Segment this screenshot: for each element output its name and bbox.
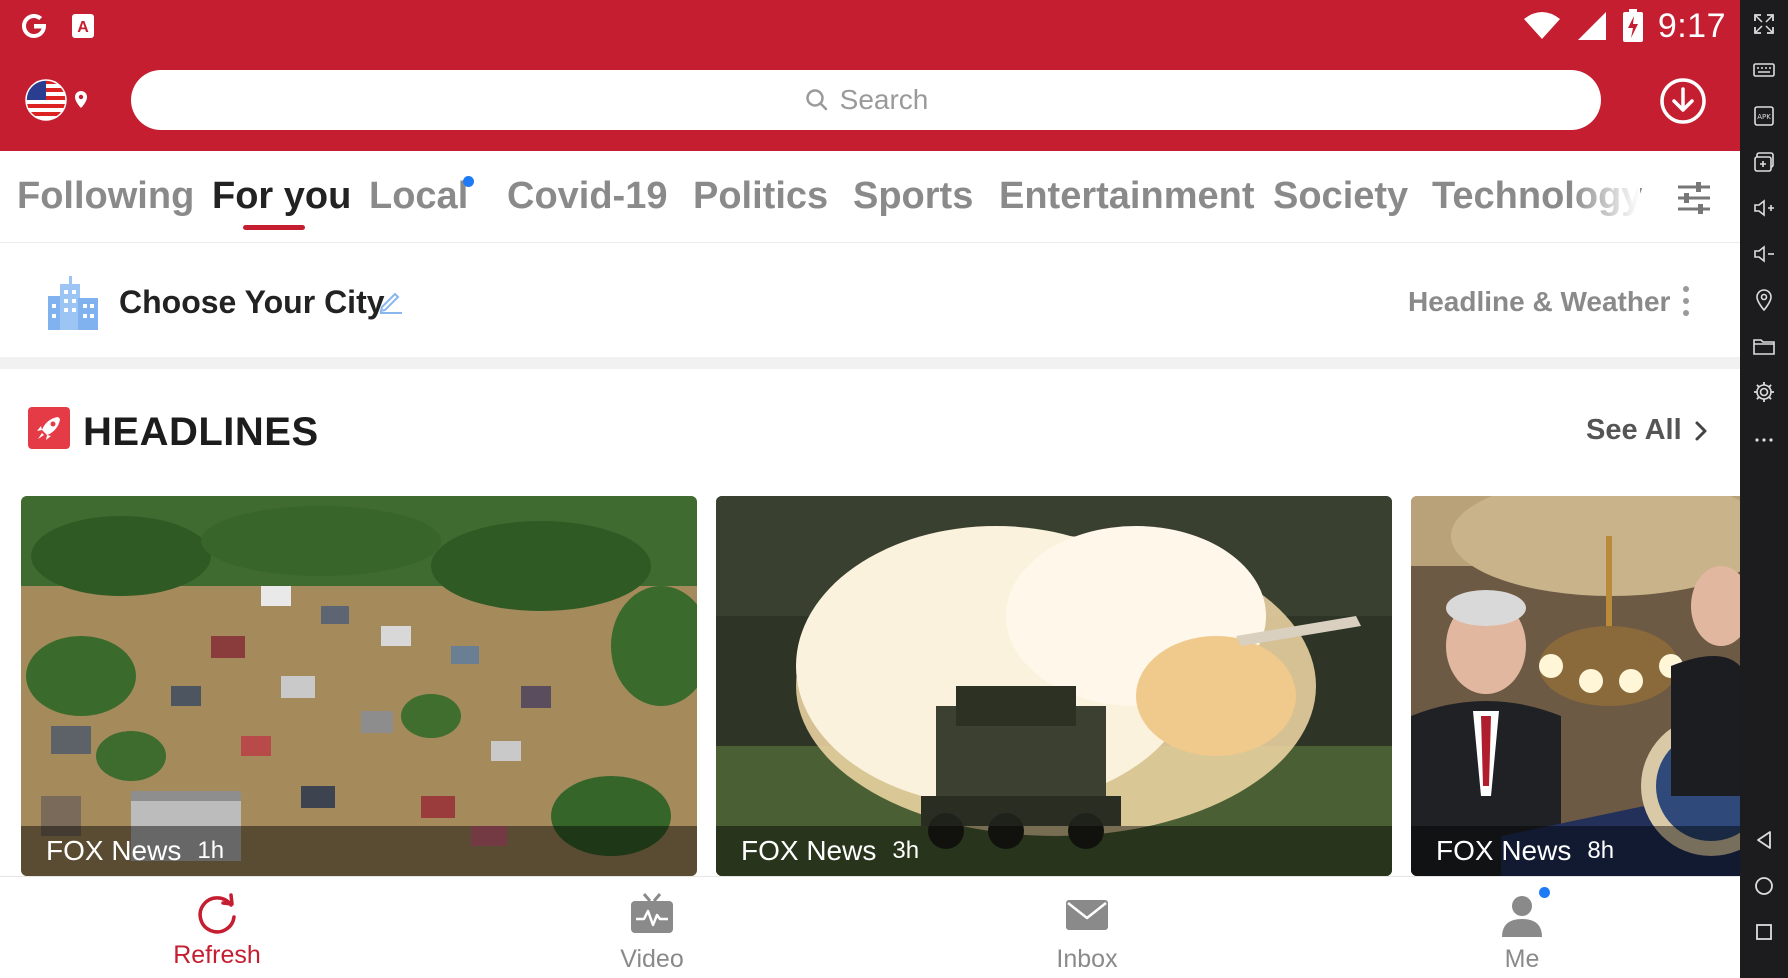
- headline-card-3[interactable]: FOX News 8h: [1411, 496, 1740, 876]
- recents-square-icon: [1756, 924, 1772, 940]
- card-3-caption: FOX News 8h: [1411, 826, 1740, 876]
- header-bar: A 9:17 Search: [0, 0, 1740, 151]
- us-flag-icon: [25, 79, 67, 121]
- nav-inbox-label: Inbox: [1056, 945, 1118, 973]
- nav-refresh[interactable]: Refresh: [137, 877, 297, 978]
- nav-me-label: Me: [1504, 945, 1540, 973]
- status-right-icons: 9:17: [1522, 6, 1726, 46]
- see-all-link[interactable]: See All: [1586, 414, 1708, 447]
- emu-apk[interactable]: APK: [1740, 96, 1788, 136]
- font-a-icon: A: [72, 14, 94, 38]
- nav-inbox[interactable]: Inbox: [1007, 877, 1167, 978]
- see-all-label: See All: [1586, 414, 1682, 446]
- emu-keyboard[interactable]: [1740, 50, 1788, 90]
- search-placeholder: Search: [839, 84, 929, 115]
- search-icon: [805, 89, 827, 111]
- me-notification-dot: [1539, 887, 1550, 898]
- emu-settings[interactable]: [1740, 372, 1788, 412]
- city-buildings-icon: [48, 276, 98, 330]
- wifi-icon: [1523, 12, 1560, 39]
- volume-up-icon: [1754, 199, 1774, 217]
- battery-charging-icon: [1622, 9, 1643, 42]
- emu-location[interactable]: [1740, 280, 1788, 320]
- status-clock: 9:17: [1657, 6, 1726, 45]
- emu-add-window[interactable]: [1740, 142, 1788, 182]
- emu-back[interactable]: [1740, 820, 1788, 860]
- tab-sports[interactable]: Sports: [853, 175, 973, 218]
- card-3-source: FOX News: [1436, 835, 1572, 866]
- tab-following[interactable]: Following: [17, 175, 194, 218]
- tab-local[interactable]: Local: [369, 175, 468, 218]
- senators-press-image: [1411, 496, 1740, 876]
- local-new-dot: [463, 176, 474, 187]
- person-icon: [1502, 896, 1542, 937]
- emu-fullscreen[interactable]: [1740, 4, 1788, 44]
- tabs-fade: [1570, 152, 1640, 240]
- chevron-right-icon: [1695, 421, 1707, 440]
- flooded-town-image: [21, 496, 697, 876]
- card-1-source: FOX News: [46, 835, 182, 866]
- headline-card-1[interactable]: FOX News 1h: [21, 496, 697, 876]
- folder-icon: [1753, 339, 1775, 355]
- home-circle-icon: [1755, 877, 1773, 895]
- svg-text:APK: APK: [1757, 113, 1771, 121]
- more-horizontal-icon: [1755, 438, 1773, 442]
- tab-covid-19[interactable]: Covid-19: [507, 175, 667, 218]
- edit-pencil-icon[interactable]: [378, 288, 404, 314]
- news-app: A 9:17 Search Following For you Local Co…: [0, 0, 1740, 978]
- location-icon: [1756, 289, 1772, 312]
- refresh-icon: [198, 893, 236, 934]
- download-icon[interactable]: [1659, 77, 1707, 125]
- google-g-icon: [22, 14, 46, 38]
- more-vertical-icon[interactable]: [1678, 284, 1694, 318]
- bottom-nav: Refresh Video Inbox Me: [0, 876, 1740, 978]
- signal-icon: [1577, 12, 1606, 40]
- volume-down-icon: [1754, 245, 1774, 263]
- tab-entertainment[interactable]: Entertainment: [999, 175, 1254, 218]
- fullscreen-icon: [1754, 14, 1774, 34]
- card-2-caption: FOX News 3h: [716, 826, 1392, 876]
- choose-city-label[interactable]: Choose Your City: [119, 284, 385, 321]
- tab-society[interactable]: Society: [1273, 175, 1408, 218]
- emu-folder[interactable]: [1740, 326, 1788, 366]
- svg-text:A: A: [77, 19, 89, 36]
- headlines-title: HEADLINES: [83, 410, 319, 454]
- nav-video-label: Video: [620, 945, 684, 973]
- video-tv-icon: [631, 893, 673, 933]
- headline-card-2[interactable]: FOX News 3h: [716, 496, 1392, 876]
- nav-refresh-label: Refresh: [173, 941, 261, 969]
- section-divider: [0, 357, 1740, 369]
- tab-for-you[interactable]: For you: [212, 175, 351, 218]
- emu-more[interactable]: [1740, 418, 1788, 458]
- card-2-time: 3h: [892, 837, 920, 864]
- region-selector[interactable]: [24, 78, 94, 122]
- emu-home[interactable]: [1740, 866, 1788, 906]
- emu-volume-down[interactable]: [1740, 234, 1788, 274]
- headline-weather-label[interactable]: Headline & Weather: [1408, 286, 1670, 318]
- rocket-icon: [28, 407, 70, 449]
- status-left-icons: A: [18, 8, 96, 44]
- emulator-toolbar: APK: [1740, 0, 1788, 978]
- envelope-icon: [1066, 900, 1108, 930]
- card-1-caption: FOX News 1h: [21, 826, 697, 876]
- keyboard-icon: [1753, 63, 1775, 77]
- card-2-source: FOX News: [741, 835, 877, 866]
- nav-me[interactable]: Me: [1442, 877, 1602, 978]
- tab-politics[interactable]: Politics: [693, 175, 828, 218]
- emu-recents[interactable]: [1740, 912, 1788, 952]
- rocket-launcher-image: [716, 496, 1392, 876]
- gear-icon: [1754, 382, 1774, 402]
- active-tab-indicator: [243, 225, 305, 230]
- add-window-icon: [1754, 152, 1774, 172]
- back-triangle-icon: [1757, 831, 1771, 849]
- location-pin-icon: [75, 91, 87, 108]
- search-input[interactable]: Search: [131, 70, 1601, 130]
- apk-icon: APK: [1754, 106, 1774, 126]
- emu-volume-up[interactable]: [1740, 188, 1788, 228]
- card-3-time: 8h: [1587, 837, 1615, 864]
- tab-settings-icon[interactable]: [1674, 178, 1714, 218]
- card-1-time: 1h: [197, 837, 225, 864]
- nav-video[interactable]: Video: [572, 877, 732, 978]
